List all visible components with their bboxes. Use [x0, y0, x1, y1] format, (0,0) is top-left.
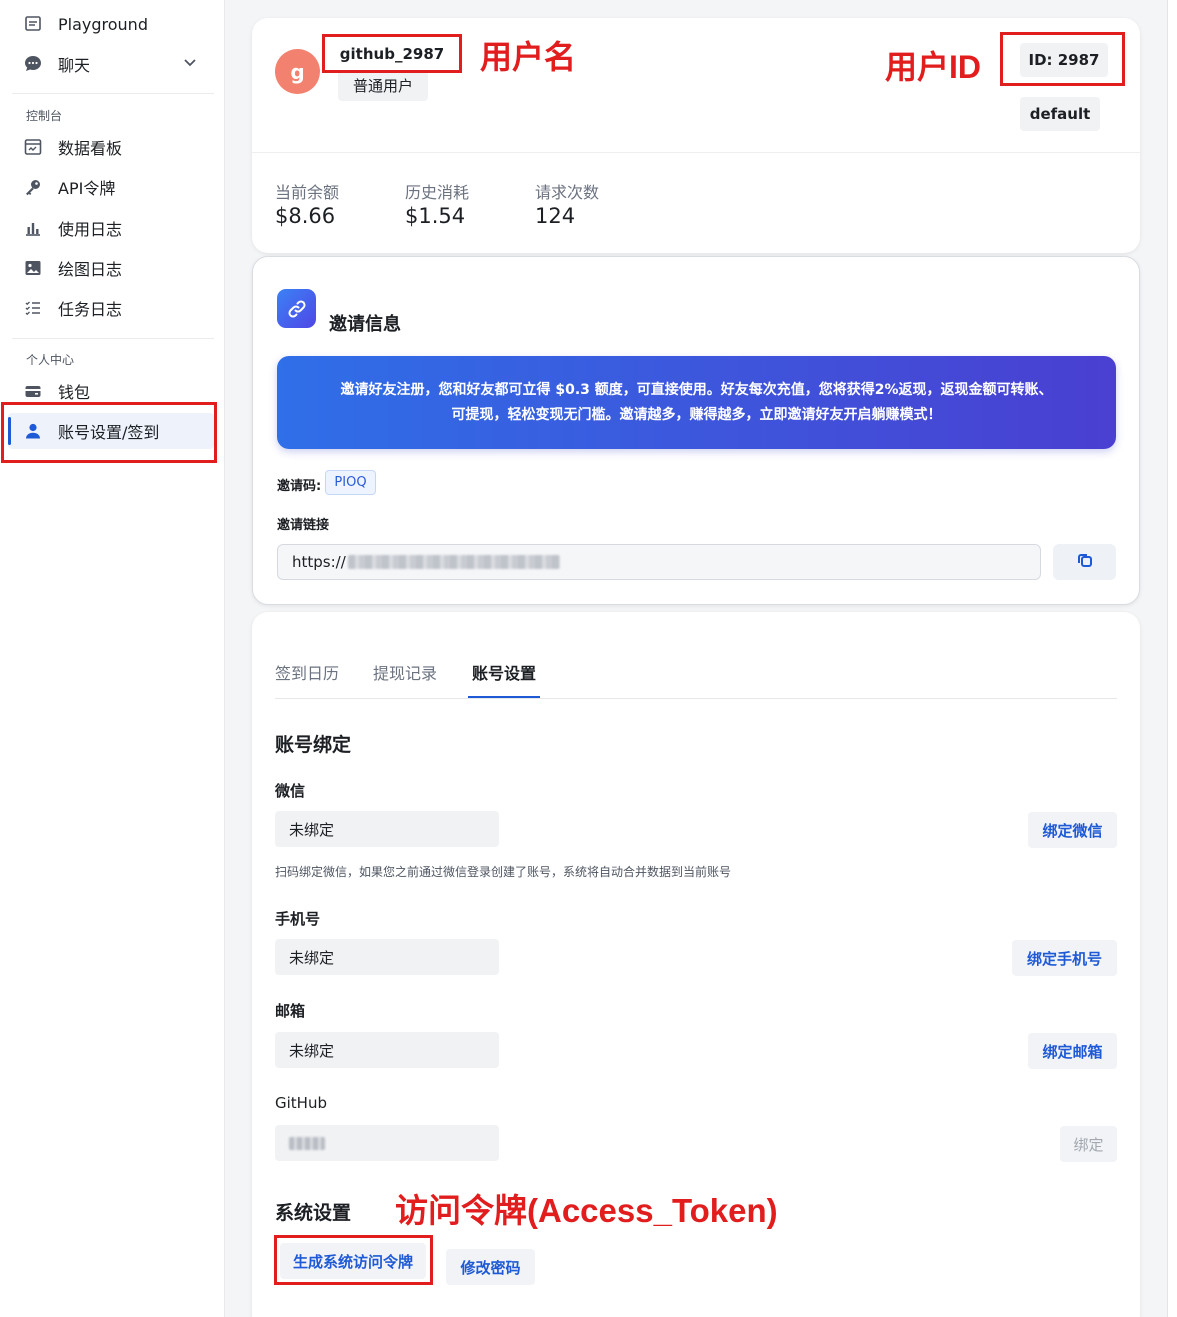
- task-list-icon: [22, 297, 44, 319]
- sidebar-item-label: 数据看板: [58, 139, 123, 158]
- sidebar-item-drawing-log[interactable]: 绘图日志: [8, 250, 214, 286]
- profile-card-divider: [252, 152, 1140, 153]
- sidebar-divider: [12, 338, 214, 339]
- link-icon: [277, 289, 316, 328]
- invite-banner-line-1: 邀请好友注册，您和好友都可立得 $0.3 额度，可直接使用。好友每次充值，您将获…: [340, 381, 1053, 398]
- invite-banner-line-2: 可提现，轻松变现无门槛。邀请越多，赚得越多，立即邀请好友开启躺赚模式！: [451, 406, 942, 423]
- annotation-username: 用户名: [480, 39, 577, 75]
- tab-account-settings[interactable]: 账号设置: [472, 660, 536, 684]
- github-label: GitHub: [275, 1094, 327, 1112]
- wechat-label: 微信: [275, 782, 306, 800]
- system-settings-title: 系统设置: [275, 1202, 352, 1224]
- invite-title: 邀请信息: [329, 314, 401, 335]
- sidebar-item-label: 聊天: [58, 56, 91, 75]
- sidebar-item-playground[interactable]: Playground: [8, 6, 214, 42]
- tab-checkin-calendar[interactable]: 签到日历: [275, 660, 339, 684]
- invite-code-label: 邀请码:: [277, 479, 322, 494]
- github-value-redacted: [289, 1136, 325, 1150]
- invite-link-redacted: [347, 555, 560, 569]
- message-square-icon: [22, 13, 44, 35]
- sidebar-item-label: 绘图日志: [58, 260, 123, 279]
- wallet-icon: [22, 380, 44, 402]
- role-badge: 普通用户: [338, 70, 428, 101]
- chat-bubble-icon: [22, 53, 44, 75]
- bar-chart-icon: [22, 217, 44, 239]
- sidebar-section-console: 控制台: [26, 109, 63, 123]
- invite-link-input[interactable]: https://: [277, 544, 1041, 580]
- sidebar-item-api-token[interactable]: API令牌: [8, 169, 214, 205]
- email-label: 邮箱: [275, 1002, 306, 1020]
- key-icon: [22, 176, 44, 198]
- annotation-box-access-token: [274, 1235, 433, 1285]
- account-binding-title: 账号绑定: [275, 734, 352, 756]
- bind-email-button[interactable]: 绑定邮箱: [1028, 1033, 1117, 1069]
- sidebar-divider: [12, 93, 214, 94]
- active-tab-indicator: [468, 696, 540, 698]
- annotation-box-user-id: [1000, 32, 1125, 86]
- email-field: 未绑定: [275, 1032, 499, 1068]
- wechat-field: 未绑定: [275, 811, 499, 847]
- invite-link-prefix: https://: [292, 553, 346, 571]
- sidebar-item-dashboard[interactable]: 数据看板: [8, 129, 214, 165]
- stat-spent-value: $1.54: [405, 204, 466, 228]
- invite-link-label: 邀请链接: [277, 518, 330, 533]
- tab-withdraw-records[interactable]: 提现记录: [373, 660, 437, 684]
- sidebar-item-label: 任务日志: [58, 300, 123, 319]
- invite-code-chip[interactable]: PIOQ: [325, 470, 376, 495]
- stat-requests-label: 请求次数: [535, 183, 600, 202]
- bind-github-button[interactable]: 绑定: [1060, 1126, 1117, 1162]
- sidebar-item-label: 钱包: [58, 383, 91, 402]
- change-password-button[interactable]: 修改密码: [446, 1249, 535, 1285]
- sidebar-item-chat[interactable]: 聊天: [8, 46, 214, 82]
- copy-link-button[interactable]: [1053, 544, 1116, 580]
- stat-spent-label: 历史消耗: [405, 183, 470, 202]
- sidebar-section-personal: 个人中心: [26, 353, 75, 367]
- annotation-box-username: [322, 34, 462, 73]
- phone-field: 未绑定: [275, 939, 499, 975]
- bind-phone-button[interactable]: 绑定手机号: [1012, 940, 1117, 976]
- stat-balance-value: $8.66: [275, 204, 336, 228]
- chevron-down-icon[interactable]: [182, 54, 202, 74]
- sidebar-item-label: 使用日志: [58, 220, 123, 239]
- annotation-access-token: 访问令牌(Access_Token): [395, 1192, 778, 1229]
- scrollbar-track[interactable]: [1167, 0, 1177, 1317]
- tab-bar-divider: [275, 698, 1117, 699]
- sidebar-item-usage-log[interactable]: 使用日志: [8, 210, 214, 246]
- group-badge: default: [1020, 97, 1100, 131]
- invite-banner: 邀请好友注册，您和好友都可立得 $0.3 额度，可直接使用。好友每次充值，您将获…: [277, 356, 1116, 449]
- annotation-box-account-settings: [1, 402, 217, 463]
- avatar: g: [275, 49, 320, 94]
- phone-label: 手机号: [275, 910, 321, 928]
- image-icon: [22, 257, 44, 279]
- stat-balance-label: 当前余额: [275, 183, 340, 202]
- sidebar-item-label: API令牌: [58, 179, 116, 198]
- sidebar-item-label: Playground: [58, 14, 148, 34]
- bind-wechat-button[interactable]: 绑定微信: [1028, 812, 1117, 848]
- copy-icon: [1076, 551, 1094, 573]
- wechat-hint: 扫码绑定微信，如果您之前通过微信登录创建了账号，系统将自动合并数据到当前账号: [275, 865, 732, 879]
- dashboard-icon: [22, 136, 44, 158]
- annotation-user-id: 用户ID: [885, 49, 982, 85]
- stat-requests-value: 124: [535, 204, 576, 228]
- github-field: [275, 1125, 499, 1161]
- sidebar: Playground 聊天 控制台 数据看板 API令牌 使用日志 绘图日志 任…: [0, 0, 225, 1317]
- sidebar-item-task-log[interactable]: 任务日志: [8, 290, 214, 326]
